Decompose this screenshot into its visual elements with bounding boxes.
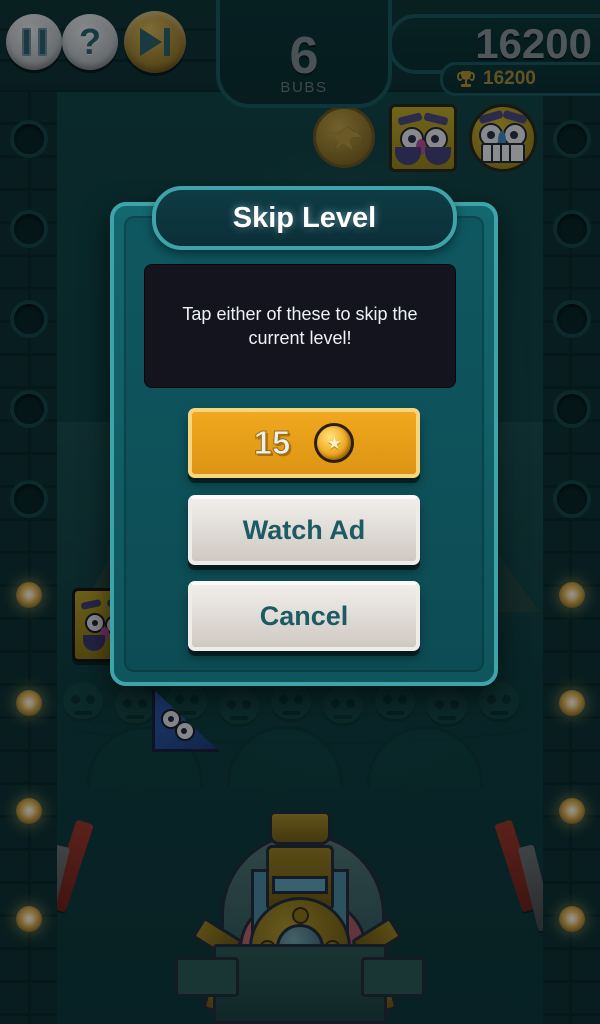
dialog-message: Tap either of these to skip the current …	[182, 303, 418, 348]
dialog-title: Skip Level	[232, 201, 377, 234]
dialog-message-box: Tap either of these to skip the current …	[144, 264, 456, 388]
coin-icon: ★	[314, 423, 355, 463]
cancel-button[interactable]: Cancel	[188, 581, 420, 651]
coin-cost-amount: 15	[253, 424, 291, 462]
coin-star-glyph: ★	[326, 433, 342, 453]
watch-ad-label: Watch Ad	[242, 514, 366, 545]
cancel-label: Cancel	[259, 600, 349, 631]
watch-ad-button[interactable]: Watch Ad	[188, 495, 420, 565]
skip-for-coins-button[interactable]: 15 ★	[188, 408, 420, 478]
game-screen: ? 6 BUBS 16200 16200 Skip Level Tap eith…	[0, 0, 600, 1024]
dialog-title-pill: Skip Level	[152, 186, 457, 250]
